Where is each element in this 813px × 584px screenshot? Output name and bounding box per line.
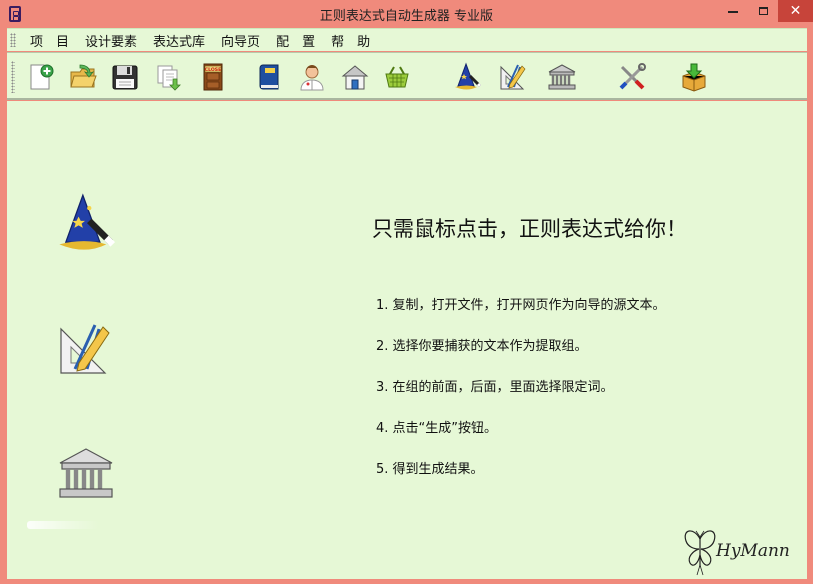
manual-button[interactable] xyxy=(254,61,286,93)
library-building-icon xyxy=(548,64,576,90)
close-file-button[interactable]: CLOSE xyxy=(197,61,229,93)
copy-pages-icon xyxy=(157,65,181,91)
title-bar[interactable]: 正则表达式自动生成器 专业版 ✕ xyxy=(0,0,813,28)
wizard-hat-icon[interactable] xyxy=(53,191,117,255)
design-button[interactable] xyxy=(497,61,529,93)
main-panel: 只需鼠标点击，正则表达式给你！ 1. 复制，打开文件，打开网页作为向导的源文本。… xyxy=(7,101,807,579)
toolbar: CLOSE xyxy=(7,52,807,100)
support-button[interactable] xyxy=(296,61,328,93)
close-button[interactable]: ✕ xyxy=(778,0,813,22)
menu-bar: 项 目 设计要素 表达式库 向导页 配 置 帮 助 xyxy=(7,28,807,51)
new-button[interactable] xyxy=(25,61,57,93)
step-item: 3. 在组的前面，后面，里面选择限定词。 xyxy=(376,380,614,395)
maximize-button[interactable] xyxy=(748,0,778,22)
wizard-button[interactable] xyxy=(451,61,483,93)
library-building-icon[interactable] xyxy=(55,443,117,503)
tools-button[interactable] xyxy=(616,61,648,93)
basket-icon xyxy=(385,66,409,88)
doctor-icon xyxy=(300,65,324,91)
menu-help[interactable]: 帮 助 xyxy=(323,31,378,50)
maximize-icon xyxy=(758,7,768,15)
step-item: 2. 选择你要捕获的文本作为提取组。 xyxy=(376,339,588,354)
svg-text:CLOSE: CLOSE xyxy=(205,67,222,73)
drafting-tools-icon xyxy=(500,64,526,90)
step-item: 4. 点击“生成”按钮。 xyxy=(376,421,498,436)
copy-button[interactable] xyxy=(153,61,185,93)
blurred-label xyxy=(27,521,99,529)
menu-settings[interactable]: 配 置 xyxy=(268,31,323,50)
install-button[interactable] xyxy=(678,61,710,93)
menu-grip-handle[interactable] xyxy=(10,33,16,47)
open-button[interactable] xyxy=(67,61,99,93)
tools-icon xyxy=(619,63,646,90)
home-button[interactable] xyxy=(339,61,371,93)
signature: HyMann xyxy=(680,525,805,577)
basket-button[interactable] xyxy=(381,61,413,93)
download-box-icon xyxy=(682,63,706,92)
close-icon: ✕ xyxy=(789,3,802,19)
menu-expression-library[interactable]: 表达式库 xyxy=(145,31,213,50)
drafting-tools-icon[interactable] xyxy=(55,319,115,379)
library-button[interactable] xyxy=(546,61,578,93)
wizard-hat-icon xyxy=(455,62,482,90)
step-item: 5. 得到生成结果。 xyxy=(376,462,484,477)
minimize-button[interactable] xyxy=(718,0,748,22)
menu-wizard[interactable]: 向导页 xyxy=(213,31,268,50)
book-icon xyxy=(259,64,279,90)
toolbar-grip-handle[interactable] xyxy=(11,61,15,93)
headline: 只需鼠标点击，正则表达式给你！ xyxy=(372,217,687,241)
save-button[interactable] xyxy=(109,61,141,93)
butterfly-icon xyxy=(684,530,716,576)
home-icon xyxy=(341,65,369,90)
save-disk-icon xyxy=(112,65,138,90)
close-door-icon: CLOSE xyxy=(203,63,223,91)
step-item: 1. 复制，打开文件，打开网页作为向导的源文本。 xyxy=(376,298,666,313)
open-folder-icon xyxy=(70,64,97,88)
signature-text: HyMann xyxy=(716,541,790,561)
window-title: 正则表达式自动生成器 专业版 xyxy=(319,9,494,24)
menu-project[interactable]: 项 目 xyxy=(22,31,77,50)
new-document-icon xyxy=(30,64,54,90)
menu-design-elements[interactable]: 设计要素 xyxy=(77,31,145,50)
minimize-icon xyxy=(728,11,738,13)
app-window: 正则表达式自动生成器 专业版 ✕ 项 目 设计要素 表达式库 向导页 配 置 帮… xyxy=(0,0,813,584)
